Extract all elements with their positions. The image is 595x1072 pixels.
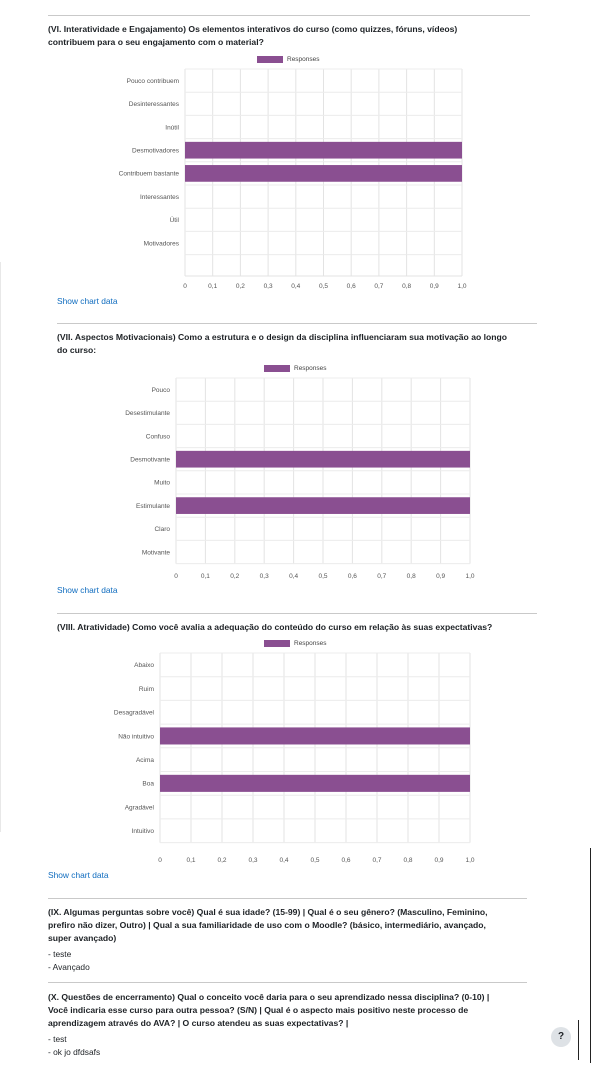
answer-item: - teste [48, 949, 72, 959]
x-tick-label: 0,6 [341, 857, 350, 864]
answer-list-x: - test - ok jo dfdsafs [48, 1033, 100, 1059]
x-tick-label: 0,1 [186, 857, 195, 864]
question-title-line: Você indicaria esse curso para outra pes… [48, 1005, 469, 1015]
bar-chart-viii: 0 0,1 0,2 0,3 0,4 0,5 0,6 0,7 0,8 0,9 1,0 Abaixo Rui… [114, 652, 475, 864]
right-edge-line [578, 1020, 579, 1060]
right-edge-line [590, 848, 591, 1063]
question-title-line: (X. Questões de encerramento) Qual o con… [48, 992, 490, 1002]
answer-item: - ok jo dfdsafs [48, 1047, 101, 1057]
section-divider [48, 982, 527, 983]
question-title-ix: (IX. Algumas perguntas sobre você) Qual … [48, 906, 538, 945]
y-category-label: Acima [136, 757, 154, 764]
question-title-line: super avançado) [48, 933, 117, 943]
x-tick-label: 0,4 [279, 857, 288, 864]
x-tick-label: 0,3 [248, 857, 257, 864]
bar [160, 774, 470, 792]
question-title-line: (IX. Algumas perguntas sobre você) Qual … [48, 907, 488, 917]
y-category-label: Abaixo [134, 662, 154, 669]
section-divider [48, 898, 527, 899]
y-category-label: Ruim [139, 686, 154, 693]
x-tick-label: 0,5 [310, 857, 319, 864]
y-category-label: Não intuitivo [118, 733, 154, 740]
answer-item: - Avançado [48, 962, 90, 972]
x-tick-label: 0 [158, 857, 162, 864]
answer-item: - test [48, 1034, 67, 1044]
y-category-label: Desagradável [114, 710, 155, 717]
answer-list-ix: - teste - Avançado [48, 948, 90, 974]
x-tick-label: 1,0 [465, 857, 474, 864]
y-category-label: Boa [142, 781, 154, 788]
question-title-x: (X. Questões de encerramento) Qual o con… [48, 991, 538, 1030]
x-tick-label: 0,2 [217, 857, 226, 864]
y-category-label: Intuitivo [132, 828, 155, 835]
question-title-line: aprendizagem através do AVA? | O curso a… [48, 1018, 349, 1028]
y-category-label: Agradável [125, 804, 155, 811]
show-chart-data-link[interactable]: Show chart data [48, 870, 109, 880]
x-tick-label: 0,7 [372, 857, 381, 864]
help-button[interactable]: ? [551, 1027, 571, 1047]
bar [160, 727, 470, 745]
x-tick-label: 0,8 [403, 857, 412, 864]
question-title-line: prefiro não dizer, Outro) | Qual a sua f… [48, 920, 486, 930]
x-tick-label: 0,9 [434, 857, 443, 864]
